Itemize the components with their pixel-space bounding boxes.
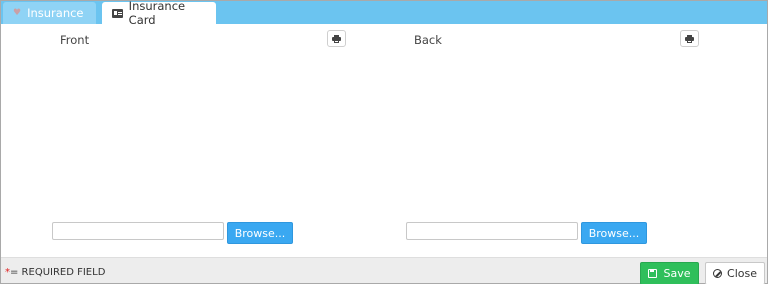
heart-icon: ♥ bbox=[13, 7, 22, 18]
save-label: Save bbox=[663, 267, 691, 280]
back-print-button[interactable] bbox=[680, 30, 699, 47]
close-label: Close bbox=[727, 267, 757, 280]
back-file-input[interactable] bbox=[406, 222, 578, 240]
front-label: Front bbox=[60, 33, 90, 47]
back-browse-button[interactable]: Browse... bbox=[581, 222, 647, 244]
required-field-text: = REQUIRED FIELD bbox=[10, 267, 106, 278]
tab-insurance[interactable]: ♥ Insurance bbox=[3, 2, 96, 24]
tab-insurance-card[interactable]: Insurance Card bbox=[102, 0, 216, 27]
close-button[interactable]: Close bbox=[705, 262, 765, 284]
required-field-note: *= REQUIRED FIELD bbox=[5, 267, 105, 278]
id-card-icon bbox=[112, 8, 123, 18]
printer-icon bbox=[685, 35, 694, 43]
footer-bar: *= REQUIRED FIELD Save Close bbox=[1, 257, 767, 284]
front-file-input[interactable] bbox=[52, 222, 224, 240]
front-print-button[interactable] bbox=[327, 30, 346, 47]
tab-insurance-card-label: Insurance Card bbox=[128, 0, 186, 27]
printer-icon bbox=[332, 35, 341, 43]
back-label: Back bbox=[414, 33, 442, 47]
floppy-disk-icon bbox=[648, 269, 658, 278]
save-button[interactable]: Save bbox=[640, 262, 699, 284]
insurance-card-window: ♥ Insurance Insurance Card Front Browse.… bbox=[0, 0, 768, 284]
front-browse-button[interactable]: Browse... bbox=[227, 222, 293, 244]
ban-icon bbox=[713, 269, 723, 278]
tab-bar: ♥ Insurance Insurance Card bbox=[1, 0, 767, 27]
tab-insurance-label: Insurance bbox=[27, 6, 84, 20]
